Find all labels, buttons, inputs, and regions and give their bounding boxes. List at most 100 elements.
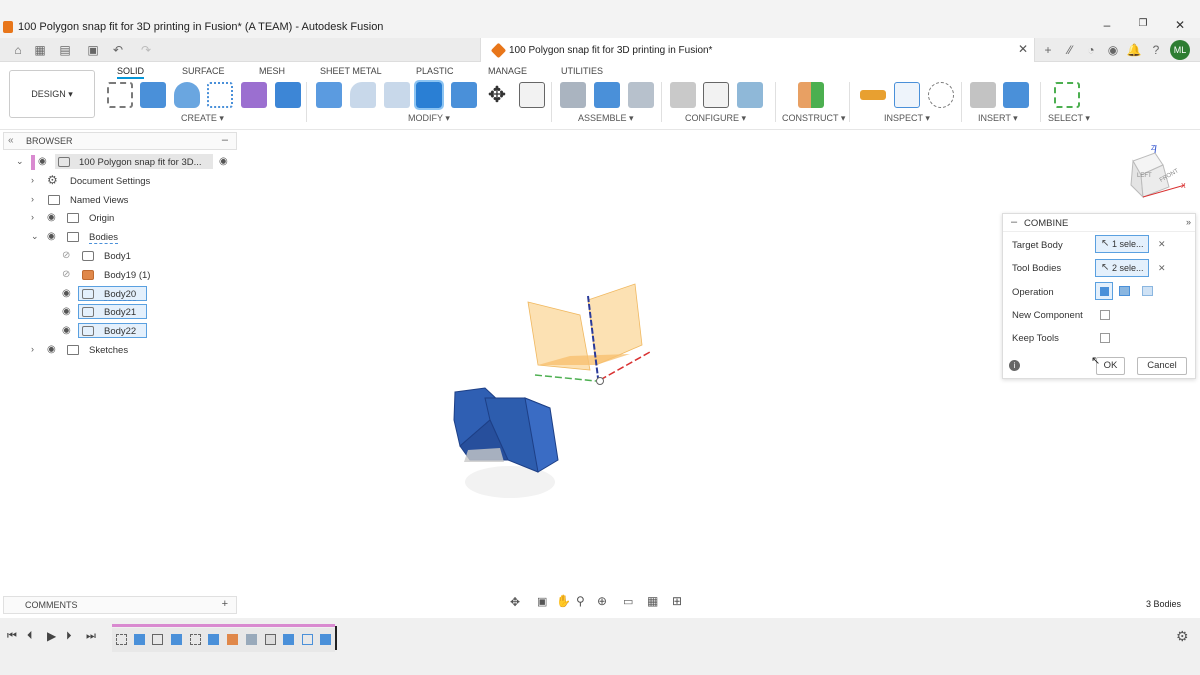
new-component-checkbox[interactable]	[1100, 310, 1110, 320]
measure-icon[interactable]	[860, 90, 886, 100]
zoom-window-icon[interactable]: ⊕	[597, 594, 607, 608]
browser-item-body19[interactable]: ⊘ Body19 (1)	[0, 266, 240, 284]
sketch-feature-icon[interactable]	[190, 634, 201, 645]
section-analysis-icon[interactable]	[894, 82, 920, 108]
browser-item-sketches[interactable]: › ◉ Sketches	[0, 341, 240, 359]
insert-canvas-icon[interactable]	[1003, 82, 1029, 108]
mirror-feature-icon[interactable]	[265, 634, 276, 645]
extrude-feature-icon[interactable]	[134, 634, 145, 645]
tab-utilities[interactable]: UTILITIES	[561, 66, 603, 76]
eye-hidden-icon[interactable]: ⊘	[62, 250, 70, 261]
split-body-icon[interactable]	[451, 82, 477, 108]
rigid-group-icon[interactable]	[628, 82, 654, 108]
comments-panel[interactable]: COMMENTS +	[3, 596, 237, 614]
browser-item-body1[interactable]: ⊘ Body1	[0, 247, 240, 265]
extrude-feature-icon[interactable]	[171, 634, 182, 645]
body-feature-icon[interactable]	[227, 634, 238, 645]
configuration-table-icon[interactable]	[703, 82, 729, 108]
look-at-icon[interactable]: ▣	[537, 595, 547, 608]
combine-dialog-header[interactable]: – COMBINE »	[1003, 214, 1195, 232]
close-tab-icon[interactable]: ✕	[1018, 42, 1028, 56]
close-window-button[interactable]: ✕	[1170, 18, 1190, 32]
browser-item-bodies[interactable]: ⌄ ◉ Bodies	[0, 228, 240, 246]
configuration-rule-icon[interactable]	[737, 82, 763, 108]
selected-bodies[interactable]	[453, 387, 559, 473]
timeline-features[interactable]	[112, 628, 335, 652]
tab-manage[interactable]: MANAGE	[488, 66, 527, 76]
fillet-feature-icon[interactable]	[302, 634, 313, 645]
viewports-icon[interactable]: ⊞	[672, 594, 682, 608]
step-forward-icon[interactable]: ⏵	[66, 630, 72, 643]
configure-icon[interactable]	[670, 82, 696, 108]
chevron-right-icon[interactable]: ›	[31, 194, 34, 204]
press-pull-icon[interactable]	[316, 82, 342, 108]
chevron-down-icon[interactable]: ⌄	[31, 231, 39, 242]
modify-group-label[interactable]: MODIFY ▾	[408, 113, 450, 124]
browser-item-origin[interactable]: › ◉ Origin	[0, 209, 240, 227]
collapse-dialog-icon[interactable]: –	[1011, 216, 1017, 228]
chevron-down-icon[interactable]: ⌄	[16, 156, 24, 167]
display-settings-icon[interactable]: ▭	[623, 595, 633, 608]
change-parameters-icon[interactable]	[519, 82, 545, 108]
select-icon[interactable]	[1054, 82, 1080, 108]
user-avatar[interactable]: ML	[1170, 40, 1190, 60]
revolve-icon[interactable]	[174, 82, 200, 108]
zoom-icon[interactable]: ⚲	[576, 594, 585, 608]
eye-icon[interactable]: ◉	[47, 231, 56, 242]
create-sketch-icon[interactable]	[107, 82, 133, 108]
grid-menu-icon[interactable]: ▦	[32, 43, 48, 57]
home-icon[interactable]: ⌂	[10, 43, 26, 57]
fillet-icon[interactable]	[350, 82, 376, 108]
model-viewport[interactable]	[430, 270, 690, 520]
browser-panel-header[interactable]: « BROWSER –	[3, 132, 237, 150]
extrude-icon[interactable]	[140, 82, 166, 108]
create-group-label[interactable]: CREATE ▾	[181, 113, 224, 124]
minimize-button[interactable]: –	[1097, 18, 1117, 32]
interference-icon[interactable]	[928, 82, 954, 108]
tab-sheet-metal[interactable]: SHEET METAL	[320, 66, 382, 76]
insert-group-label[interactable]: INSERT ▾	[978, 113, 1018, 124]
joint-icon[interactable]	[560, 82, 586, 108]
new-component-icon[interactable]	[241, 82, 267, 108]
browser-item-body21[interactable]: ◉ Body21	[0, 303, 240, 321]
cancel-button[interactable]: Cancel	[1137, 357, 1187, 375]
job-status-icon[interactable]: ◔	[1083, 43, 1099, 57]
clear-target-icon[interactable]: ✕	[1158, 239, 1166, 250]
construct-group-label[interactable]: CONSTRUCT ▾	[782, 113, 845, 124]
split-feature-icon[interactable]	[246, 634, 257, 645]
inspect-group-label[interactable]: INSPECT ▾	[884, 113, 930, 124]
browser-item-named-views[interactable]: › Named Views	[0, 191, 240, 209]
chevron-right-icon[interactable]: ›	[31, 212, 34, 222]
online-status-icon[interactable]: ◉	[1105, 43, 1121, 57]
chevron-right-icon[interactable]: ›	[31, 175, 34, 185]
save-icon[interactable]: ▣	[85, 43, 101, 57]
move-icon[interactable]: ✥	[484, 82, 510, 108]
select-group-label[interactable]: SELECT ▾	[1048, 113, 1090, 124]
operation-join-button[interactable]	[1095, 282, 1113, 300]
grid-settings-icon[interactable]: ▦	[647, 594, 658, 608]
tab-plastic[interactable]: PLASTIC	[416, 66, 454, 76]
document-tab[interactable]: 100 Polygon snap fit for 3D printing in …	[480, 38, 1035, 62]
timeline-settings-gear-icon[interactable]: ⚙	[1176, 628, 1189, 645]
operation-intersect-icon[interactable]	[1142, 286, 1153, 296]
tab-surface[interactable]: SURFACE	[182, 66, 225, 76]
notifications-icon[interactable]: 🔔	[1126, 43, 1142, 57]
step-back-icon[interactable]: ⏴	[27, 630, 33, 643]
extrude-feature-icon[interactable]	[208, 634, 219, 645]
minimize-browser-icon[interactable]: –	[222, 134, 228, 146]
shell-icon[interactable]	[384, 82, 410, 108]
clear-tools-icon[interactable]: ✕	[1158, 263, 1166, 274]
configure-group-label[interactable]: CONFIGURE ▾	[685, 113, 746, 124]
sweep-icon[interactable]	[207, 82, 233, 108]
tab-mesh[interactable]: MESH	[259, 66, 285, 76]
extrude-feature-icon[interactable]	[320, 634, 331, 645]
eye-icon[interactable]: ◉	[47, 344, 56, 355]
browser-item-body22[interactable]: ◉ Body22	[0, 322, 240, 340]
new-component-assemble-icon[interactable]	[594, 82, 620, 108]
workspace-switcher[interactable]: DESIGN ▾	[9, 70, 95, 118]
orbit-icon[interactable]: ✥	[510, 595, 520, 609]
redo-icon[interactable]: ↷	[138, 43, 154, 57]
timeline-marker[interactable]	[335, 626, 337, 650]
sketch-feature-icon[interactable]	[116, 634, 127, 645]
new-tab-icon[interactable]: +	[1040, 43, 1056, 57]
